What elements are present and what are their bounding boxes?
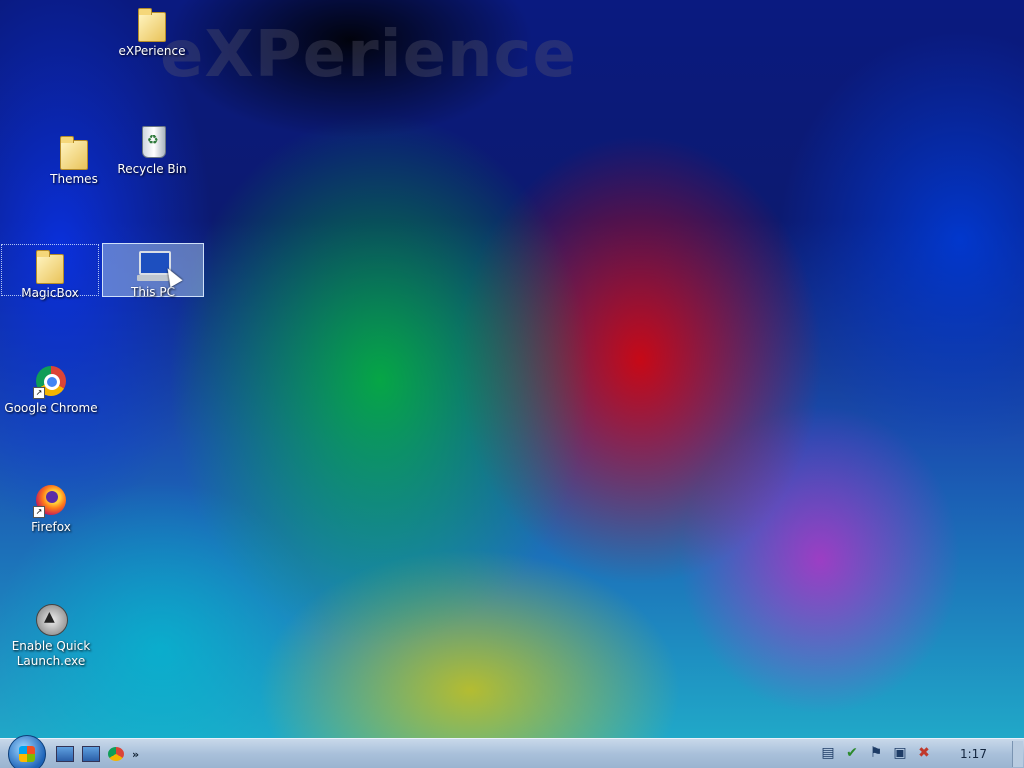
- network-icon[interactable]: ▣: [892, 745, 908, 761]
- chrome-icon[interactable]: [108, 747, 124, 761]
- security-icon[interactable]: ✔: [844, 745, 860, 761]
- desktop-icon-enable-quick-launch[interactable]: Enable Quick Launch.exe: [2, 601, 100, 669]
- clock[interactable]: 1:17: [960, 747, 987, 761]
- folder-icon: [134, 6, 170, 42]
- start-orb-icon[interactable]: [8, 735, 46, 768]
- shortcut-arrow-icon: ↗: [33, 387, 45, 399]
- desktop-icon-this-pc[interactable]: This PC: [102, 243, 204, 299]
- show-desktop-icon[interactable]: [56, 746, 74, 762]
- quick-launch-bar: »: [56, 746, 139, 762]
- desktop-icon-label: Firefox: [31, 520, 71, 534]
- flag-icon[interactable]: ⚑: [868, 745, 884, 761]
- system-tray: ▤ ✔ ⚑ ▣ ✖: [820, 745, 932, 761]
- recycle-bin-icon: [134, 124, 170, 160]
- app-icon: [33, 601, 69, 637]
- desktop-icon-label: This PC: [131, 285, 175, 299]
- desktop-icon-label: Enable Quick Launch.exe: [11, 639, 91, 668]
- switch-windows-icon[interactable]: [82, 746, 100, 762]
- folder-icon: [56, 134, 92, 170]
- desktop-icon-magicbox[interactable]: MagicBox: [1, 244, 99, 300]
- quick-launch-more-button[interactable]: »: [132, 748, 139, 761]
- volume-muted-icon[interactable]: ✖: [916, 745, 932, 761]
- wallpaper-watermark: eXPerience: [160, 18, 577, 92]
- show-desktop-button[interactable]: [1012, 741, 1023, 767]
- notes-icon[interactable]: ▤: [820, 745, 836, 761]
- firefox-icon: ↗: [33, 482, 69, 518]
- shortcut-arrow-icon: ↗: [33, 506, 45, 518]
- folder-icon: [32, 248, 68, 284]
- desktop-icon-google-chrome[interactable]: ↗ Google Chrome: [2, 363, 100, 416]
- desktop-icon-label: Recycle Bin: [117, 162, 187, 176]
- desktop-icon-firefox[interactable]: ↗ Firefox: [2, 482, 100, 535]
- desktop-icon-label: MagicBox: [21, 286, 79, 300]
- desktop-icon-label: eXPerience: [118, 44, 186, 58]
- desktop-icon-experience[interactable]: eXPerience: [103, 6, 201, 59]
- desktop-icon-recycle-bin[interactable]: Recycle Bin: [103, 124, 201, 177]
- desktop-icon-label: Google Chrome: [4, 401, 98, 415]
- chrome-icon: ↗: [33, 363, 69, 399]
- desktop-wallpaper: eXPerience: [0, 0, 1024, 738]
- taskbar: » ▤ ✔ ⚑ ▣ ✖ 1:17: [0, 735, 1024, 768]
